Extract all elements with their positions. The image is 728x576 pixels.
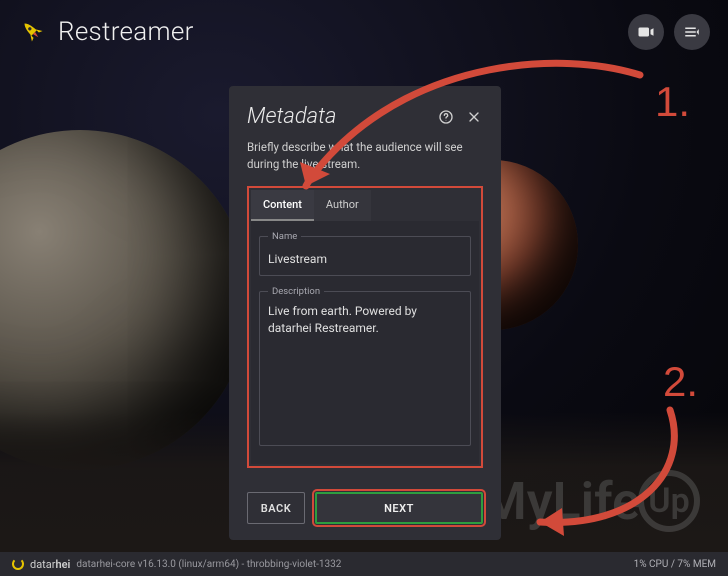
close-button[interactable] [465,108,483,126]
topbar: Restreamer [0,0,728,64]
camera-icon [637,23,655,41]
status-bar: datarhei datarhei-core v16.13.0 (linux/a… [0,552,728,576]
description-label: Description [268,286,324,297]
modal-title: Metadata [247,104,336,129]
help-button[interactable] [437,108,455,126]
spinner-icon [12,558,24,570]
menu-collapse-icon [683,23,701,41]
menu-button[interactable] [674,14,710,50]
metadata-modal: Metadata Briefly describe what the audie… [229,86,501,540]
name-input[interactable] [268,252,462,266]
help-icon [438,109,454,125]
field-description: Description [259,286,471,446]
status-text: datarhei-core v16.13.0 (linux/arm64) - t… [76,559,341,570]
status-brand-bold: hei [56,558,71,571]
rocket-icon [18,17,48,47]
name-label: Name [268,231,301,242]
tab-content[interactable]: Content [251,190,314,221]
next-button[interactable]: NEXT [315,492,483,524]
brand-name: Restreamer [58,17,194,47]
status-brand-light: datar [30,558,56,571]
camera-button[interactable] [628,14,664,50]
modal-footer: BACK NEXT [247,478,483,524]
back-button[interactable]: BACK [247,492,305,524]
tabs: Content Author [251,190,479,221]
field-name: Name [259,231,471,276]
tab-body-content: Name Description [251,221,479,464]
status-brand: datarhei [30,558,70,571]
status-metrics: 1% CPU / 7% MEM [634,559,716,570]
watermark-circle: Up [638,470,700,532]
logo[interactable]: Restreamer [18,17,194,47]
modal-description: Briefly describe what the audience will … [247,139,483,172]
tab-author[interactable]: Author [314,190,371,221]
close-icon [466,109,482,125]
tab-area-highlight: Content Author Name Description [247,186,483,468]
description-input[interactable] [268,303,462,433]
